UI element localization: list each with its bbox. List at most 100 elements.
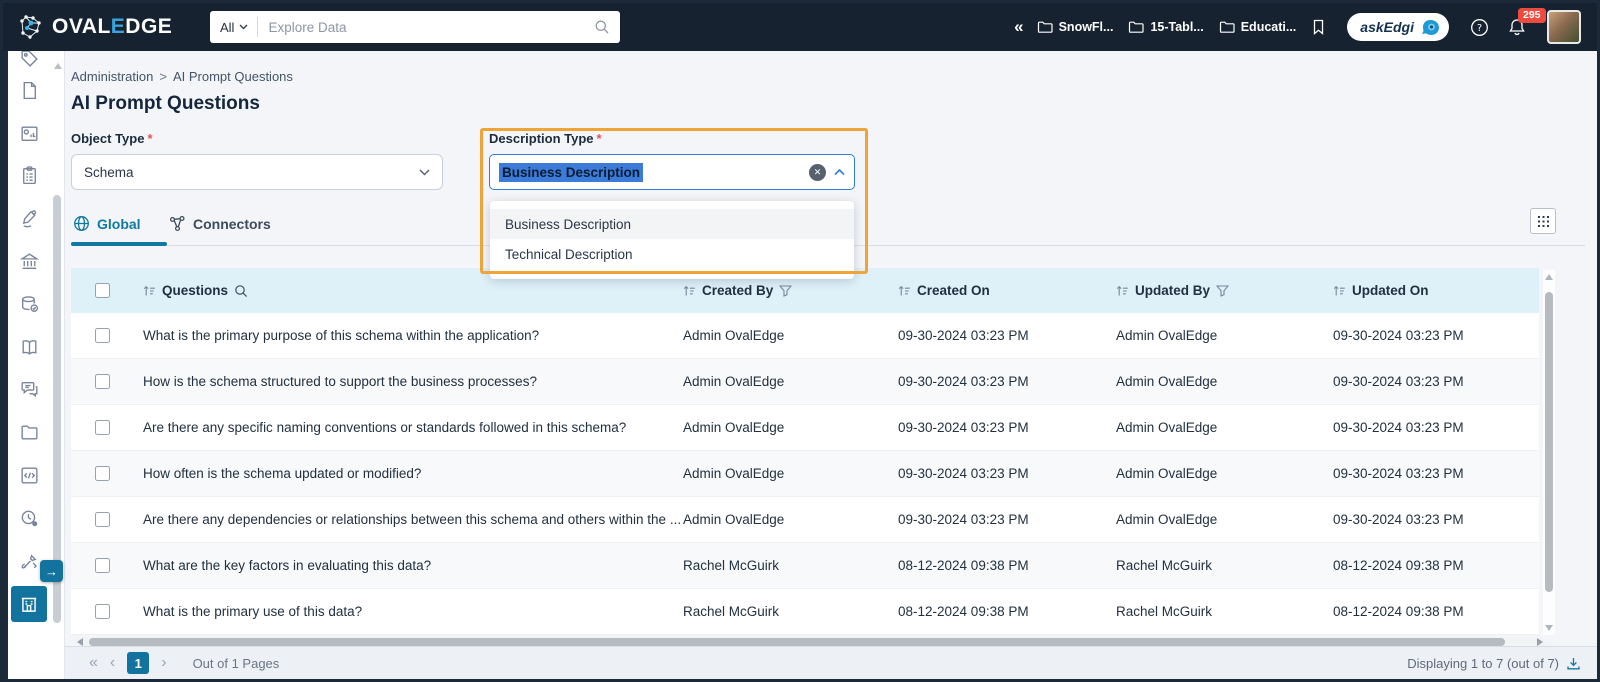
updated-by-cell: Admin OvalEdge xyxy=(1116,512,1218,527)
sidebar-item-collaboration[interactable] xyxy=(19,369,40,412)
sidebar-item-jobs[interactable] xyxy=(19,497,40,540)
question-cell[interactable]: What is the primary use of this data? xyxy=(143,604,683,619)
sidebar-item-tools[interactable] xyxy=(19,540,40,583)
filter-funnel-icon[interactable] xyxy=(779,284,793,297)
pinned-tab-15-tables[interactable]: 15-Tabl... xyxy=(1128,20,1204,34)
scroll-down-arrow[interactable] xyxy=(1545,625,1553,631)
select-all-checkbox[interactable] xyxy=(94,283,110,298)
pinned-tab-snowflake[interactable]: SnowFl... xyxy=(1037,20,1113,34)
object-type-select[interactable]: Schema xyxy=(71,154,443,190)
column-search-icon[interactable] xyxy=(234,284,248,298)
next-page-button[interactable]: › xyxy=(161,655,166,671)
pinned-tab-education[interactable]: Educati... xyxy=(1219,20,1296,34)
sort-icon[interactable] xyxy=(683,285,696,297)
table-row: What are the key factors in evaluating t… xyxy=(71,543,1539,589)
sort-icon[interactable] xyxy=(143,285,156,297)
sort-icon[interactable] xyxy=(1116,285,1129,297)
description-type-option[interactable]: Technical Description xyxy=(490,239,854,269)
tab-global[interactable]: Global xyxy=(73,215,141,232)
header-updated-by[interactable]: Updated By xyxy=(1116,283,1333,298)
clipboard-icon xyxy=(22,166,36,185)
sidebar-expand-button[interactable]: → xyxy=(40,560,63,582)
notifications-button[interactable]: 295 xyxy=(1508,7,1546,37)
question-cell[interactable]: Are there any dependencies or relationsh… xyxy=(143,512,683,527)
created-by-cell: Admin OvalEdge xyxy=(683,512,785,527)
sidebar-item-administration[interactable] xyxy=(11,583,47,626)
current-page-button[interactable]: 1 xyxy=(127,652,150,674)
sidebar-item-glossary[interactable] xyxy=(19,326,40,369)
updated-on-cell: 09-30-2024 03:23 PM xyxy=(1333,420,1464,435)
row-checkbox[interactable] xyxy=(94,374,110,389)
bookmark-icon[interactable] xyxy=(1311,19,1326,35)
sidebar-item-projects[interactable] xyxy=(19,155,40,198)
scroll-left-arrow[interactable] xyxy=(77,638,83,646)
created-by-cell: Admin OvalEdge xyxy=(683,420,785,435)
sort-icon[interactable] xyxy=(898,285,911,297)
global-search-bar[interactable]: All Explore Data xyxy=(210,11,620,43)
first-page-button[interactable]: « xyxy=(89,655,98,671)
scroll-up-arrow[interactable] xyxy=(54,63,62,69)
scheduler-clock-icon xyxy=(21,510,37,527)
askedgi-robot-icon xyxy=(1422,19,1439,35)
page-title: AI Prompt Questions xyxy=(71,93,260,114)
sidebar-item-data-catalog-db[interactable] xyxy=(19,283,40,326)
folder-icon xyxy=(1129,21,1145,33)
ovaledge-logo[interactable]: OVALEDGE xyxy=(17,14,172,41)
question-cell[interactable]: How often is the schema updated or modif… xyxy=(143,466,683,481)
row-checkbox[interactable] xyxy=(94,512,110,527)
created-by-cell: Admin OvalEdge xyxy=(683,374,785,389)
help-icon[interactable]: ? xyxy=(1470,18,1489,37)
row-checkbox[interactable] xyxy=(94,328,110,343)
description-type-combobox[interactable]: Business Description ✕ xyxy=(489,154,855,190)
chevron-down-icon xyxy=(419,168,430,176)
header-created-by[interactable]: Created By xyxy=(683,283,898,298)
sidebar-item-reports[interactable] xyxy=(19,112,40,155)
question-cell[interactable]: Are there any specific naming convention… xyxy=(143,420,683,435)
scrollbar-thumb[interactable] xyxy=(53,195,61,623)
table-vertical-scrollbar[interactable] xyxy=(1543,270,1555,635)
sidebar-item-files[interactable] xyxy=(19,411,40,454)
active-tab-underline xyxy=(71,242,167,246)
scrollbar-thumb[interactable] xyxy=(1545,292,1553,592)
chevron-up-icon[interactable] xyxy=(834,168,845,176)
window-left-rail xyxy=(3,51,8,679)
header-updated-on[interactable]: Updated On xyxy=(1333,283,1539,298)
breadcrumb-administration[interactable]: Administration xyxy=(71,69,153,84)
previous-page-button[interactable]: ‹ xyxy=(110,655,115,671)
description-type-option[interactable]: Business Description xyxy=(490,209,854,239)
sidebar-item-data-quality[interactable] xyxy=(19,197,40,240)
sort-icon[interactable] xyxy=(1333,285,1346,297)
question-cell[interactable]: What is the primary purpose of this sche… xyxy=(143,328,683,343)
question-cell[interactable]: What are the key factors in evaluating t… xyxy=(143,558,683,573)
scroll-right-arrow[interactable] xyxy=(1537,638,1543,646)
code-icon xyxy=(20,467,38,484)
user-avatar[interactable] xyxy=(1547,10,1581,44)
object-type-label: Object Type * xyxy=(71,131,153,146)
header-questions[interactable]: Questions xyxy=(143,283,683,298)
search-input[interactable]: Explore Data xyxy=(268,20,594,35)
tab-connectors[interactable]: Connectors xyxy=(169,215,271,232)
row-checkbox[interactable] xyxy=(94,466,110,481)
row-checkbox[interactable] xyxy=(94,558,110,573)
scroll-up-arrow[interactable] xyxy=(1545,274,1553,280)
search-icon[interactable] xyxy=(594,19,610,35)
created-by-cell: Rachel McGuirk xyxy=(683,558,780,573)
row-checkbox[interactable] xyxy=(94,604,110,619)
pagination-footer: « ‹ 1 › Out of 1 Pages Displaying 1 to 7… xyxy=(65,646,1597,679)
askedgi-button[interactable]: askEdgi xyxy=(1347,13,1449,41)
header-created-on[interactable]: Created On xyxy=(898,283,1116,298)
search-scope-dropdown[interactable]: All xyxy=(220,20,257,35)
filter-funnel-icon[interactable] xyxy=(1216,284,1230,297)
row-checkbox[interactable] xyxy=(94,420,110,435)
column-settings-button[interactable] xyxy=(1530,208,1556,234)
question-cell[interactable]: How is the schema structured to support … xyxy=(143,374,683,389)
clear-selection-icon[interactable]: ✕ xyxy=(809,163,826,181)
scrollbar-thumb[interactable] xyxy=(89,638,1505,646)
download-icon[interactable] xyxy=(1566,656,1581,671)
collapse-tabs-chevrons[interactable]: « xyxy=(1014,17,1023,37)
table-row: Are there any specific naming convention… xyxy=(71,405,1539,451)
sidebar-item-governance[interactable] xyxy=(19,240,40,283)
sidebar-item-query-sheets[interactable] xyxy=(19,454,40,497)
ovaledge-wordmark: OVALEDGE xyxy=(52,15,173,38)
sidebar-item-catalog[interactable] xyxy=(19,69,40,112)
